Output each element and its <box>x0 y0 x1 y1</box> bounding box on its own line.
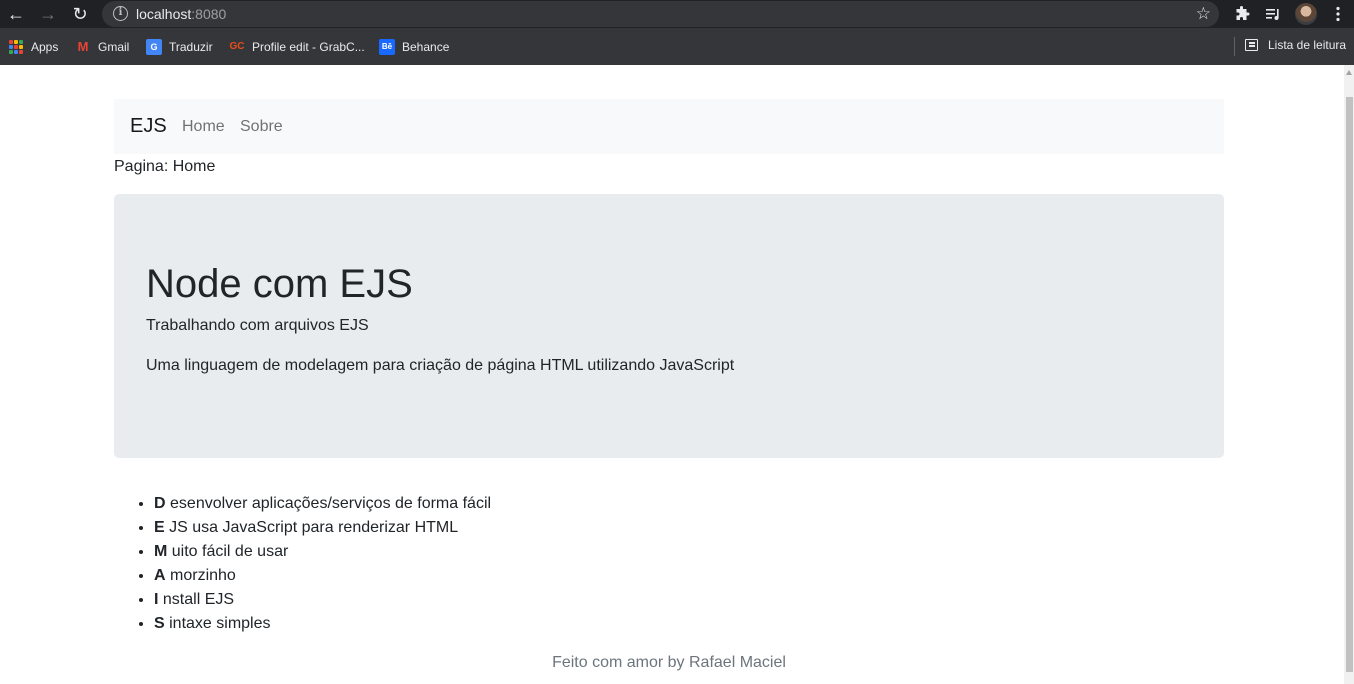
feature-text: nstall EJS <box>162 591 235 608</box>
jumbotron-subtitle: Trabalhando com arquivos EJS <box>146 317 369 334</box>
bookmark-grabcad[interactable]: GC Profile edit - GrabC... <box>229 38 365 55</box>
address-bar[interactable]: i localhost:8080 ☆ <box>102 1 1219 27</box>
jumbotron-title: Node com EJS <box>146 262 413 306</box>
translate-icon: G <box>146 38 162 55</box>
menu-kebab-icon[interactable] <box>1328 4 1348 24</box>
reload-icon[interactable]: ↻ <box>69 3 91 25</box>
profile-avatar[interactable] <box>1295 3 1317 25</box>
bookmark-label: Apps <box>31 39 59 54</box>
list-item: A morzinho <box>154 564 491 588</box>
navbar: EJS Home Sobre <box>114 99 1224 154</box>
jumbotron: Node com EJS Trabalhando com arquivos EJ… <box>114 194 1224 458</box>
page-label: Pagina: Home <box>114 158 216 175</box>
list-item: E JS usa JavaScript para renderizar HTML <box>154 516 491 540</box>
grabcad-icon: GC <box>229 41 245 52</box>
list-item: S intaxe simples <box>154 612 491 636</box>
feature-letter: M <box>154 543 168 560</box>
feature-letter: I <box>154 591 159 608</box>
features-list: D esenvolver aplicações/serviços de form… <box>154 492 491 636</box>
forward-arrow-icon[interactable]: → <box>37 3 59 25</box>
vertical-scrollbar[interactable] <box>1344 65 1354 684</box>
list-item: I nstall EJS <box>154 588 491 612</box>
url-text[interactable]: localhost:8080 <box>136 6 226 22</box>
browser-toolbar: ← → ↻ i localhost:8080 ☆ <box>0 0 1354 28</box>
feature-letter: D <box>154 495 166 512</box>
behance-icon: Bē <box>379 38 395 55</box>
gmail-icon: M <box>77 39 89 54</box>
feature-text: JS usa JavaScript para renderizar HTML <box>169 519 459 536</box>
feature-letter: E <box>154 519 165 536</box>
bookmark-behance[interactable]: Bē Behance <box>379 38 449 55</box>
bookmark-apps[interactable]: Apps <box>8 38 58 55</box>
back-arrow-icon[interactable]: ← <box>5 3 27 25</box>
bookmarks-separator <box>1234 37 1235 56</box>
bookmarks-bar: Apps M Gmail G Traduzir GC Profile edit … <box>0 28 1354 65</box>
site-info-icon[interactable]: i <box>113 6 128 21</box>
bookmark-label: Profile edit - GrabC... <box>252 39 365 54</box>
scroll-up-arrow-icon[interactable] <box>1346 70 1352 75</box>
apps-grid-icon <box>8 39 24 55</box>
feature-text: uito fácil de usar <box>171 543 289 560</box>
bookmark-star-icon[interactable]: ☆ <box>1196 4 1211 24</box>
bookmark-label: Traduzir <box>169 39 213 54</box>
page-viewport: EJS Home Sobre Pagina: Home Node com EJS… <box>0 65 1344 684</box>
url-port: :8080 <box>191 6 227 22</box>
bookmark-label: Behance <box>402 39 450 54</box>
feature-letter: A <box>154 567 166 584</box>
feature-text: esenvolver aplicações/serviços de forma … <box>170 495 492 512</box>
feature-text: morzinho <box>170 567 236 584</box>
footer-text: Feito com amor by Rafael Maciel <box>552 654 786 671</box>
reading-list-icon <box>1245 39 1258 51</box>
navbar-brand[interactable]: EJS <box>130 115 167 138</box>
bookmark-traduzir[interactable]: G Traduzir <box>146 38 213 55</box>
list-item: M uito fácil de usar <box>154 540 491 564</box>
bookmark-label: Gmail <box>98 39 130 54</box>
reading-list-button[interactable]: Lista de leitura <box>1245 38 1346 52</box>
nav-link-home[interactable]: Home <box>182 118 225 136</box>
extensions-puzzle-icon[interactable] <box>1232 4 1252 24</box>
nav-link-sobre[interactable]: Sobre <box>240 118 283 136</box>
list-item: D esenvolver aplicações/serviços de form… <box>154 492 491 516</box>
feature-text: intaxe simples <box>169 615 271 632</box>
feature-letter: S <box>154 615 165 632</box>
scrollbar-thumb[interactable] <box>1346 97 1353 672</box>
jumbotron-description: Uma linguagem de modelagem para criação … <box>146 357 735 374</box>
url-host: localhost <box>136 6 192 22</box>
media-queue-icon[interactable] <box>1263 4 1283 24</box>
bookmark-gmail[interactable]: M Gmail <box>75 38 130 55</box>
reading-list-label: Lista de leitura <box>1268 38 1347 52</box>
